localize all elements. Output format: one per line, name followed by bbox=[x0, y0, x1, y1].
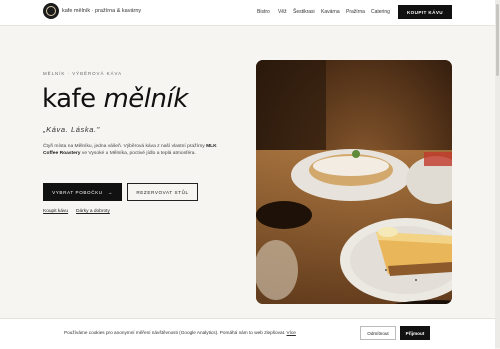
buy-coffee-button[interactable]: KOUPIT KÁVU bbox=[398, 5, 452, 19]
nav-item-kavarna[interactable]: Kavárna bbox=[321, 9, 340, 15]
cookie-more-link[interactable]: Více bbox=[287, 330, 296, 335]
hero-photo bbox=[256, 60, 452, 304]
hero-eyebrow: MĚLNÍK · VÝBĚROVÁ KÁVA bbox=[43, 71, 123, 76]
desc-part-2: ve Vysoké u Mělníka, poctivé jídlo a tep… bbox=[80, 151, 196, 157]
cookie-text: Používáme cookies pro anonymní měření ná… bbox=[64, 330, 296, 335]
nav-item-vez[interactable]: Věž bbox=[278, 9, 287, 15]
brand-name[interactable]: kafe mělník · pražírna & kavárny bbox=[62, 8, 141, 14]
buy-coffee-link[interactable]: Koupit kávu bbox=[43, 209, 68, 214]
cookie-message: Používáme cookies pro anonymní měření ná… bbox=[64, 330, 286, 335]
arrow-right-icon: → bbox=[107, 189, 113, 195]
choose-branch-button[interactable]: VYBRAT POBOČKU → bbox=[43, 183, 122, 201]
choose-branch-label: VYBRAT POBOČKU bbox=[52, 189, 103, 195]
scrollbar-thumb[interactable] bbox=[496, 4, 499, 76]
reserve-table-button[interactable]: REZERVOVAT STŮL bbox=[127, 183, 198, 201]
scrollbar[interactable] bbox=[495, 0, 500, 348]
site-header: kafe mělník · pražírna & kavárny Bistro … bbox=[0, 0, 500, 26]
hero-title-italic: mělník bbox=[103, 84, 188, 114]
hero-title: kafe mělník bbox=[42, 84, 188, 114]
gifts-link[interactable]: Dárky a dobroty bbox=[76, 209, 110, 214]
desc-part-1: Čtyři místa na Mělníku, jedna vášeň. Výb… bbox=[43, 144, 207, 149]
cake-photo-illustration bbox=[256, 60, 452, 304]
cookie-accept-button[interactable]: Přijmout bbox=[400, 326, 430, 340]
hero-title-plain: kafe bbox=[42, 84, 96, 114]
hero-quote: „Káva. Láska." bbox=[43, 125, 100, 134]
hero-description: Čtyři místa na Mělníku, jedna vášeň. Výb… bbox=[43, 143, 223, 158]
logo-icon[interactable] bbox=[43, 3, 59, 19]
logo-ring bbox=[46, 6, 56, 16]
nav-item-catering[interactable]: Catering bbox=[371, 9, 390, 15]
nav-item-bistro[interactable]: Bistro bbox=[257, 9, 270, 15]
cookie-deny-button[interactable]: Odmítnout bbox=[360, 326, 396, 340]
nav-item-sestikrasi[interactable]: Šestikrasi bbox=[293, 9, 315, 15]
nav-item-prazirna[interactable]: Pražírna bbox=[346, 9, 365, 15]
cookie-banner: Používáme cookies pro anonymní měření ná… bbox=[0, 318, 495, 349]
